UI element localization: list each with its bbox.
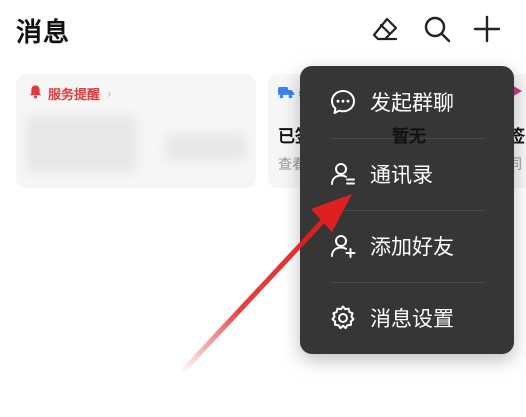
menu-item-add-friend[interactable]: 添加好友 bbox=[300, 210, 514, 282]
menu-item-label: 发起群聊 bbox=[370, 91, 454, 115]
chevron-right-icon: › bbox=[107, 86, 112, 101]
service-reminder-label: 服务提醒 bbox=[48, 88, 101, 103]
truck-icon bbox=[278, 85, 294, 103]
menu-item-message-settings[interactable]: 消息设置 bbox=[300, 282, 514, 354]
menu-item-contacts[interactable]: 通讯录 bbox=[300, 138, 514, 210]
eraser-icon[interactable] bbox=[368, 12, 402, 46]
plus-icon[interactable] bbox=[470, 12, 504, 46]
service-reminder-card[interactable]: 服务提醒 › bbox=[16, 74, 256, 188]
page-title: 消息 bbox=[16, 18, 71, 48]
bell-icon bbox=[28, 84, 43, 103]
menu-item-label: 添加好友 bbox=[370, 235, 454, 259]
search-icon[interactable] bbox=[420, 12, 454, 46]
gear-icon bbox=[328, 303, 358, 333]
menu-item-label: 通讯录 bbox=[370, 163, 433, 187]
add-friend-icon bbox=[328, 231, 358, 261]
chat-bubble-icon bbox=[328, 87, 358, 117]
popup-menu: 发起群聊 通讯录 添加好友 消息设置 bbox=[300, 66, 514, 354]
blurred-content bbox=[26, 116, 136, 172]
top-bar: 消息 bbox=[0, 0, 526, 64]
logistics-status-secondary: 暂无 bbox=[392, 127, 426, 147]
contacts-icon bbox=[328, 159, 358, 189]
menu-item-label: 消息设置 bbox=[370, 307, 454, 331]
service-reminder-header: 服务提醒 › bbox=[28, 84, 112, 103]
blurred-content bbox=[166, 134, 246, 160]
